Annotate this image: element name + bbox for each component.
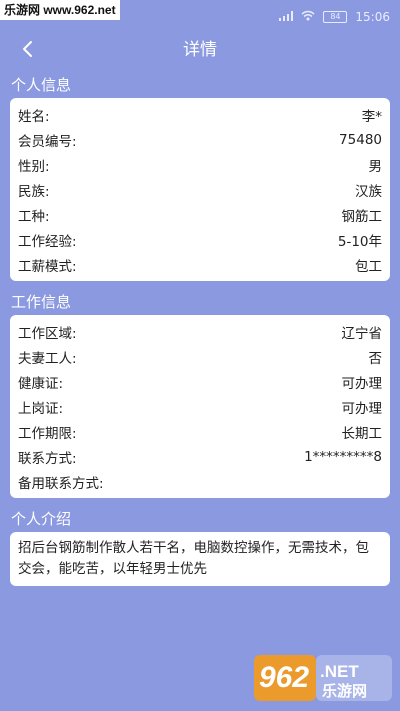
row-label: 工作经验: bbox=[18, 233, 77, 250]
row-value: 钢筋工 bbox=[341, 208, 383, 225]
row-value: 汉族 bbox=[355, 183, 382, 200]
info-row-work-permit: 上岗证: 可办理 bbox=[18, 394, 382, 419]
status-bar: 乐游网 www.962.net 84 15:06 bbox=[0, 0, 400, 32]
row-value: 辽宁省 bbox=[341, 325, 383, 342]
signal-icon bbox=[279, 10, 294, 24]
site-logo: 962 .NET 乐游网 bbox=[254, 653, 394, 705]
info-row-backup-contact: 备用联系方式: bbox=[18, 469, 382, 494]
wifi-icon bbox=[301, 10, 315, 24]
intro-text: 招后台钢筋制作散人若干名，电脑数控操作，无需技术，包交会，能吃苦，以年轻男士优先 bbox=[18, 540, 369, 577]
logo-number: 962 bbox=[259, 661, 309, 694]
info-row-name: 姓名: 李* bbox=[18, 102, 382, 127]
row-value: 包工 bbox=[355, 258, 382, 275]
info-row-gender: 性别: 男 bbox=[18, 152, 382, 177]
row-label: 民族: bbox=[18, 183, 50, 200]
row-value: 可办理 bbox=[341, 375, 383, 392]
info-row-contact: 联系方式: 1*********8 bbox=[18, 444, 382, 469]
logo-suffix: .NET bbox=[320, 662, 359, 681]
status-indicators: 84 15:06 bbox=[279, 10, 390, 24]
site-watermark: 乐游网 www.962.net bbox=[0, 0, 120, 20]
row-label: 联系方式: bbox=[18, 450, 77, 467]
chevron-left-icon bbox=[20, 40, 34, 62]
battery-icon: 84 bbox=[323, 11, 348, 23]
nav-header: 详情 bbox=[0, 32, 400, 72]
work-info-title: 工作信息 bbox=[11, 293, 72, 311]
row-label: 上岗证: bbox=[18, 400, 64, 417]
row-label: 工种: bbox=[18, 208, 50, 225]
info-row-member-id: 会员编号: 75480 bbox=[18, 127, 382, 152]
info-row-work-term: 工作期限: 长期工 bbox=[18, 419, 382, 444]
info-row-work-region: 工作区域: 辽宁省 bbox=[18, 319, 382, 344]
personal-info-title: 个人信息 bbox=[11, 76, 72, 94]
row-label: 备用联系方式: bbox=[18, 475, 104, 492]
row-value: 5-10年 bbox=[337, 233, 382, 250]
work-info-card: 工作区域: 辽宁省 夫妻工人: 否 健康证: 可办理 上岗证: 可办理 工作期限… bbox=[10, 315, 390, 498]
row-label: 夫妻工人: bbox=[18, 350, 77, 367]
row-label: 工作期限: bbox=[18, 425, 77, 442]
info-row-trade: 工种: 钢筋工 bbox=[18, 202, 382, 227]
info-row-pay-mode: 工薪模式: 包工 bbox=[18, 252, 382, 277]
page-title: 详情 bbox=[183, 40, 217, 60]
row-label: 会员编号: bbox=[18, 133, 77, 150]
intro-card: 招后台钢筋制作散人若干名，电脑数控操作，无需技术，包交会，能吃苦，以年轻男士优先 bbox=[10, 532, 390, 586]
status-time: 15:06 bbox=[355, 10, 390, 24]
row-label: 性别: bbox=[18, 158, 50, 175]
row-value: 长期工 bbox=[341, 425, 383, 442]
personal-info-card: 姓名: 李* 会员编号: 75480 性别: 男 民族: 汉族 工种: 钢筋工 … bbox=[10, 98, 390, 281]
info-row-ethnicity: 民族: 汉族 bbox=[18, 177, 382, 202]
info-row-experience: 工作经验: 5-10年 bbox=[18, 227, 382, 252]
row-label: 工作区域: bbox=[18, 325, 77, 342]
row-value: 男 bbox=[368, 158, 383, 175]
info-row-couple-workers: 夫妻工人: 否 bbox=[18, 344, 382, 369]
info-row-health-cert: 健康证: 可办理 bbox=[18, 369, 382, 394]
row-label: 姓名: bbox=[18, 108, 50, 125]
row-label: 健康证: bbox=[18, 375, 64, 392]
back-button[interactable] bbox=[12, 36, 42, 66]
contact-phone[interactable]: 1*********8 bbox=[304, 449, 382, 465]
row-label: 工薪模式: bbox=[18, 258, 77, 275]
row-value: 李* bbox=[361, 108, 382, 125]
intro-title: 个人介绍 bbox=[11, 510, 72, 528]
logo-name: 乐游网 bbox=[322, 682, 367, 700]
row-value: 否 bbox=[368, 350, 383, 367]
row-value: 75480 bbox=[339, 131, 382, 148]
row-value: 可办理 bbox=[341, 400, 383, 417]
